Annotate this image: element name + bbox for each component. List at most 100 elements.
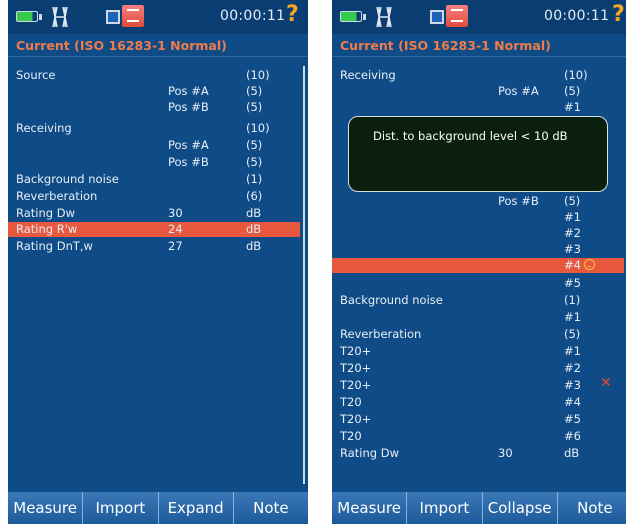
list-item[interactable]: Rating Dw 30 dB — [332, 446, 624, 461]
row-value: (5) — [246, 138, 263, 152]
row-label: Rating DnT,w — [16, 239, 93, 253]
list-item[interactable]: Source (10) — [8, 68, 300, 83]
divider — [332, 56, 626, 57]
list-item[interactable]: T20+ #1 — [332, 344, 624, 359]
row-value: (5) — [564, 84, 581, 98]
softkey-bar: Measure Import Collapse Note — [332, 492, 626, 524]
row-label: T20+ — [340, 378, 372, 392]
help-icon[interactable]: ? — [612, 2, 625, 27]
list-item[interactable]: T20+ #2 — [332, 361, 624, 376]
row-value: #3 — [564, 242, 581, 256]
row-value: (5) — [246, 84, 263, 98]
list-item[interactable]: Receiving (10) — [8, 121, 300, 136]
row-unit: dB — [246, 206, 262, 220]
row-value: #2 — [564, 226, 581, 240]
row-mid: Pos #A — [168, 138, 209, 152]
row-label: T20+ — [340, 361, 372, 375]
expand-button[interactable]: Expand — [158, 492, 234, 524]
list-item[interactable]: Background noise (1) — [332, 293, 624, 308]
smiley-icon — [584, 259, 595, 270]
row-value: #4 — [564, 258, 581, 272]
list-item[interactable]: Reverberation (6) — [8, 189, 300, 204]
measure-button[interactable]: Measure — [8, 492, 84, 524]
right-device-screen: 00:00:11 ? Current (ISO 16283-1 Normal) … — [332, 0, 626, 524]
list-item[interactable]: Reverberation (5) — [332, 327, 624, 342]
list-item[interactable]: Rating DnT,w 27 dB — [8, 239, 300, 254]
row-mid: 24 — [168, 222, 183, 236]
list-item-selected[interactable]: #4 — [332, 258, 624, 273]
import-button[interactable]: Import — [83, 492, 159, 524]
list-item[interactable]: Pos #B (5) — [8, 100, 300, 115]
record-icon[interactable] — [122, 5, 144, 27]
row-mid: Pos #B — [168, 100, 209, 114]
stop-icon[interactable] — [430, 10, 444, 24]
row-label: Background noise — [340, 293, 443, 307]
softkey-bar: Measure Import Expand Note — [8, 492, 308, 524]
row-label: T20+ — [340, 412, 372, 426]
list-item[interactable]: Pos #A (5) — [332, 84, 624, 99]
left-device-screen: 00:00:11 ? Current (ISO 16283-1 Normal) … — [8, 0, 308, 524]
measure-button[interactable]: Measure — [332, 492, 408, 524]
timer: 00:00:11 — [544, 8, 610, 24]
row-value: #1 — [564, 210, 581, 224]
list-item[interactable]: T20 #4 — [332, 395, 624, 410]
list-item[interactable]: T20 #6 — [332, 429, 624, 444]
row-value: #5 — [564, 276, 581, 290]
row-value: (10) — [564, 68, 588, 82]
row-label: T20 — [340, 429, 362, 443]
list-item[interactable]: #1 — [332, 310, 624, 325]
list-item[interactable]: Background noise (1) — [8, 172, 300, 187]
list-item[interactable]: Rating Dw 30 dB — [8, 206, 300, 221]
row-label: T20 — [340, 395, 362, 409]
battery-icon — [340, 11, 362, 22]
list-item[interactable]: Pos #B (5) — [332, 194, 624, 209]
row-label: Receiving — [16, 121, 72, 135]
list-item[interactable]: #5 — [332, 276, 624, 291]
row-value: (5) — [246, 155, 263, 169]
list-item[interactable]: Pos #A (5) — [8, 84, 300, 99]
list-item[interactable]: Receiving (10) — [332, 68, 624, 83]
list-item[interactable]: #1 — [332, 100, 624, 115]
list-item[interactable]: T20+ #3 ✕ — [332, 376, 624, 393]
list-item[interactable]: #3 — [332, 242, 624, 257]
row-label: Background noise — [16, 172, 119, 186]
divider — [8, 56, 308, 57]
row-value: #3 — [564, 378, 581, 392]
row-mid: Pos #A — [168, 84, 209, 98]
list-item[interactable]: Pos #B (5) — [8, 155, 300, 170]
help-icon[interactable]: ? — [286, 2, 299, 27]
row-label: Rating R'w — [16, 222, 78, 236]
row-mid: Pos #A — [498, 84, 539, 98]
list-item[interactable]: #1 — [332, 210, 624, 225]
scrollbar[interactable] — [303, 66, 305, 484]
status-bar: 00:00:11 ? — [332, 0, 626, 34]
row-value: (5) — [564, 327, 581, 341]
row-label: Rating Dw — [16, 206, 75, 220]
note-button[interactable]: Note — [557, 492, 626, 524]
row-value: (10) — [246, 121, 270, 135]
note-button[interactable]: Note — [233, 492, 308, 524]
row-value: (6) — [246, 189, 263, 203]
list-item[interactable]: #2 — [332, 226, 624, 241]
row-mid: 30 — [498, 446, 513, 460]
record-icon[interactable] — [446, 5, 468, 27]
row-label: Reverberation — [16, 189, 98, 203]
list-item[interactable]: Pos #A (5) — [8, 138, 300, 153]
stop-icon[interactable] — [106, 10, 120, 24]
status-bar: 00:00:11 ? — [8, 0, 308, 34]
import-button[interactable]: Import — [407, 492, 483, 524]
row-label: Reverberation — [340, 327, 422, 341]
row-unit: dB — [246, 222, 262, 236]
row-value: #1 — [564, 100, 581, 114]
list-item[interactable]: T20+ #5 — [332, 412, 624, 427]
list-item-selected[interactable]: Rating R'w 24 dB — [8, 222, 300, 237]
row-value: (10) — [246, 68, 270, 82]
row-value: #2 — [564, 361, 581, 375]
row-value: dB — [564, 446, 580, 460]
row-label: Rating Dw — [340, 446, 399, 460]
row-label: Source — [16, 68, 56, 82]
row-mid: 30 — [168, 206, 183, 220]
row-value: (5) — [564, 194, 581, 208]
collapse-button[interactable]: Collapse — [482, 492, 558, 524]
row-value: #4 — [564, 395, 581, 409]
